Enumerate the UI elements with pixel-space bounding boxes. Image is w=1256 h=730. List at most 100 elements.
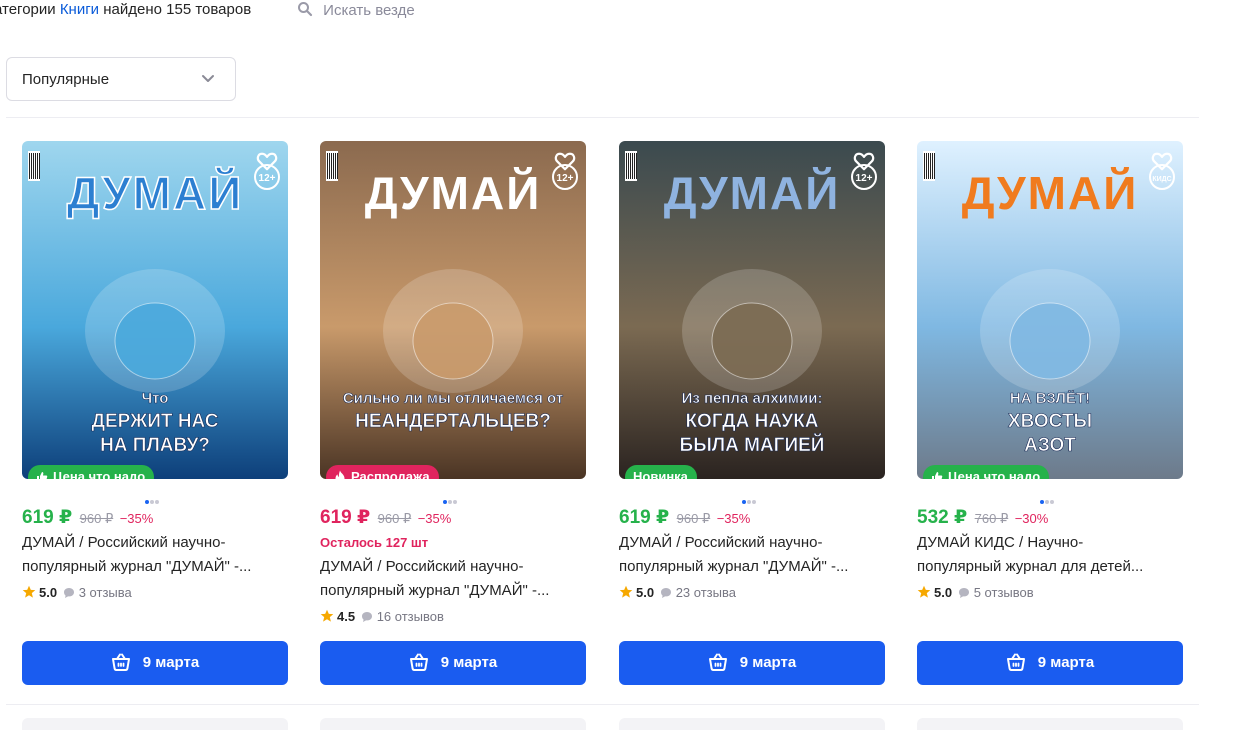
star-icon xyxy=(917,585,931,598)
product-title-line: популярный журнал "ДУМАЙ" -... xyxy=(619,558,849,575)
cover-age: КИДС xyxy=(1152,176,1171,183)
reviews-count: 5 отзывов xyxy=(973,585,1034,600)
stock-left: Осталось 127 шт xyxy=(320,535,429,550)
cover-headline: ДЕРЖИТ НАС xyxy=(91,411,218,432)
sort-dropdown[interactable]: Популярные xyxy=(6,57,236,101)
old-price: 960 ₽ xyxy=(79,511,114,526)
delivery-date: 9 марта xyxy=(142,654,200,671)
delivery-date: 9 марта xyxy=(1037,654,1095,671)
product-card[interactable]: ДУМАЙ 12+ Что ДЕРЖИТ НАС НА ПЛАВУ? Цена что … xyxy=(22,133,288,701)
results-suffix: найдено 155 товаров xyxy=(103,1,252,18)
product-rating[interactable]: 5.0 23 отзыва xyxy=(619,585,736,600)
comment-icon xyxy=(64,588,75,598)
barcode xyxy=(923,151,935,181)
discount-label: −35% xyxy=(716,511,751,526)
heart-icon[interactable] xyxy=(554,151,576,171)
add-to-cart-button[interactable]: 9 марта xyxy=(619,641,885,685)
product-card[interactable]: ДУМАЙ 12+ Из пепла алхимии: КОГДА НАУКА БЫЛА… xyxy=(619,133,885,701)
results-count: атегории Книги найдено 155 товаров xyxy=(0,1,251,18)
star-icon xyxy=(22,585,36,598)
results-prefix: атегории xyxy=(0,1,56,18)
discount-label: −35% xyxy=(119,511,154,526)
product-cover[interactable]: ДУМАЙ 12+ Из пепла алхимии: КОГДА НАУКА БЫЛА… xyxy=(619,141,885,479)
next-row-card xyxy=(22,718,288,730)
badge-label: Новинка xyxy=(633,469,688,479)
cover-headline: КОГДА НАУКА xyxy=(685,411,818,432)
cover-headline: БЫЛА МАГИЕЙ xyxy=(680,434,825,456)
results-header: атегории Книги найдено 155 товаров Искат… xyxy=(0,0,1256,20)
comment-icon xyxy=(362,612,373,622)
product-title[interactable]: ДУМАЙ / Российский научно-популярный жур… xyxy=(320,555,584,603)
product-cover[interactable]: ДУМАЙ 12+ Сильно ли мы отличаемся от НЕАНДЕ… xyxy=(320,141,586,479)
product-rating[interactable]: 5.0 3 отзыва xyxy=(22,585,132,600)
cover-brand: ДУМАЙ xyxy=(67,167,244,219)
product-title[interactable]: ДУМАЙ / Российский научно-популярный жур… xyxy=(22,531,286,579)
delivery-date: 9 марта xyxy=(739,654,797,671)
cover-headline: НА ПЛАВУ? xyxy=(100,435,210,456)
cover-age: 12+ xyxy=(259,173,276,184)
product-badge: Цена что надо xyxy=(28,465,155,479)
cover-age: 12+ xyxy=(557,173,574,184)
product-badge: Распродажа xyxy=(326,465,439,479)
product-cover[interactable]: ДУМАЙ КИДС НА ВЗЛЁТ! ХВОСТЫ АЗОТ Цена что на… xyxy=(917,141,1183,479)
cover-headline: Сильно ли мы отличаемся от xyxy=(343,390,563,407)
add-to-cart-button[interactable]: 9 марта xyxy=(320,641,586,685)
star-icon xyxy=(619,585,633,598)
cover-brand: ДУМАЙ xyxy=(962,167,1139,219)
heart-icon[interactable] xyxy=(1151,151,1173,171)
product-card[interactable]: ДУМАЙ 12+ Сильно ли мы отличаемся от НЕАНДЕ… xyxy=(320,133,586,701)
magazine-cover-image: ДУМАЙ 12+ Из пепла алхимии: КОГДА НАУКАБЫЛА… xyxy=(619,141,885,479)
comment-icon xyxy=(959,588,970,598)
comment-icon xyxy=(661,588,672,598)
current-price: 619 ₽ xyxy=(619,507,670,528)
delivery-date: 9 марта xyxy=(440,654,498,671)
cover-illustration-figure xyxy=(412,302,494,380)
barcode xyxy=(28,151,40,181)
rating-value: 5.0 xyxy=(39,585,58,600)
rating-value: 5.0 xyxy=(636,585,655,600)
add-to-cart-button[interactable]: 9 марта xyxy=(22,641,288,685)
fire-icon xyxy=(335,470,345,479)
product-title-line: популярный журнал для детей... xyxy=(917,558,1144,575)
category-link[interactable]: Книги xyxy=(60,1,99,18)
magazine-cover-image: ДУМАЙ 12+ Сильно ли мы отличаемся от НЕАНДЕ… xyxy=(320,141,586,479)
product-rating[interactable]: 4.5 16 отзывов xyxy=(320,609,444,624)
add-to-cart-button[interactable]: 9 марта xyxy=(917,641,1183,685)
discount-label: −30% xyxy=(1014,511,1049,526)
product-title-line: популярный журнал "ДУМАЙ" -... xyxy=(22,558,252,575)
heart-icon[interactable] xyxy=(853,151,875,171)
gallery-dots xyxy=(443,491,463,504)
next-row-card xyxy=(320,718,586,730)
cover-age: 12+ xyxy=(856,173,873,184)
cover-illustration-figure xyxy=(114,302,196,380)
old-price: 960 ₽ xyxy=(377,511,412,526)
product-badge: Новинка xyxy=(625,465,697,479)
price-row: 619 ₽ 960 ₽ −35% xyxy=(320,506,451,529)
old-price: 960 ₽ xyxy=(676,511,711,526)
product-card[interactable]: ДУМАЙ КИДС НА ВЗЛЁТ! ХВОСТЫ АЗОТ Цена что на… xyxy=(917,133,1183,701)
product-title[interactable]: ДУМАЙ / Российский научно-популярный жур… xyxy=(619,531,883,579)
current-price: 532 ₽ xyxy=(917,507,968,528)
gallery-dots xyxy=(742,491,762,504)
thumbs-up-icon xyxy=(37,472,48,479)
old-price: 760 ₽ xyxy=(974,511,1009,526)
product-title-line: ДУМАЙ / Российский научно- xyxy=(619,534,823,551)
basket-icon xyxy=(409,653,428,671)
sort-value: Популярные xyxy=(22,71,110,88)
heart-icon[interactable] xyxy=(256,151,278,171)
product-title[interactable]: ДУМАЙ КИДС / Научно-популярный журнал дл… xyxy=(917,531,1181,579)
product-rating[interactable]: 5.0 5 отзывов xyxy=(917,585,1034,600)
cover-headline: ХВОСТЫ xyxy=(1008,411,1092,432)
gallery-dots xyxy=(145,491,165,504)
product-cover[interactable]: ДУМАЙ 12+ Что ДЕРЖИТ НАС НА ПЛАВУ? Цена что … xyxy=(22,141,288,479)
product-badge: Цена что надо xyxy=(923,465,1050,479)
reviews-count: 23 отзыва xyxy=(675,585,736,600)
cover-illustration-figure xyxy=(1009,302,1091,380)
barcode xyxy=(326,151,338,181)
badge-label: Распродажа xyxy=(351,469,430,479)
search-everywhere-link[interactable]: Искать везде xyxy=(297,1,415,19)
current-price: 619 ₽ xyxy=(320,507,371,528)
basket-icon xyxy=(708,653,727,671)
current-price: 619 ₽ xyxy=(22,507,73,528)
badge-label: Цена что надо xyxy=(948,469,1041,479)
